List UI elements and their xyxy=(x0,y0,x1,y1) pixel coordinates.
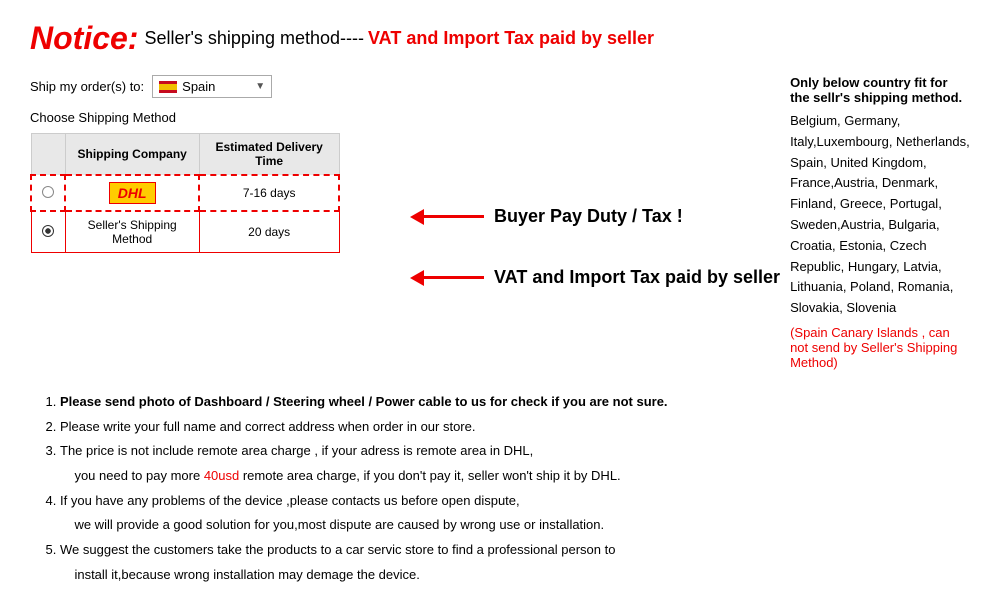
seller-company-cell: Seller's Shipping Method xyxy=(65,211,199,253)
table-row-seller: Seller's Shipping Method 20 days xyxy=(31,211,339,253)
arrowhead-dhl-icon xyxy=(410,209,424,225)
seller-radio-icon[interactable] xyxy=(42,225,54,237)
arrow-dhl xyxy=(410,209,484,225)
notice-text-plain: Seller's shipping method---- xyxy=(144,28,364,49)
instruction-item-4: If you have any problems of the device ,… xyxy=(60,489,970,538)
arrowshaft-dhl-icon xyxy=(424,215,484,218)
instruction-item-1: Please send photo of Dashboard / Steerin… xyxy=(60,390,970,415)
dhl-radio-cell[interactable] xyxy=(31,175,65,211)
selected-country: Spain xyxy=(182,79,215,94)
arrowshaft-seller-icon xyxy=(424,276,484,279)
choose-method-label: Choose Shipping Method xyxy=(30,110,410,125)
instruction-item-2: Please write your full name and correct … xyxy=(60,415,970,440)
table-header-delivery: Estimated Delivery Time xyxy=(199,134,339,176)
notice-text-red: VAT and Import Tax paid by seller xyxy=(368,28,654,49)
ship-to-row: Ship my order(s) to: Spain ▼ xyxy=(30,75,410,98)
instructions-list: Please send photo of Dashboard / Steerin… xyxy=(40,390,970,588)
arrow-seller xyxy=(410,270,484,286)
country-select[interactable]: Spain ▼ xyxy=(152,75,272,98)
seller-time-cell: 20 days xyxy=(199,211,339,253)
annotation-row-dhl: Buyer Pay Duty / Tax ! xyxy=(410,206,780,227)
dhl-annotation-text: Buyer Pay Duty / Tax ! xyxy=(494,206,683,227)
table-header-company: Shipping Company xyxy=(65,134,199,176)
instruction-item-5: We suggest the customers take the produc… xyxy=(60,538,970,587)
usd-amount: 40usd xyxy=(204,468,239,483)
shipping-panel: Ship my order(s) to: Spain ▼ Choose Ship… xyxy=(30,75,410,370)
dhl-radio-icon[interactable] xyxy=(42,186,54,198)
instruction-3-text: The price is not include remote area cha… xyxy=(60,443,621,483)
instruction-1-text: Please send photo of Dashboard / Steerin… xyxy=(60,394,668,409)
country-list: Belgium, Germany, Italy,Luxembourg, Neth… xyxy=(790,111,970,319)
dhl-company-cell: DHL xyxy=(65,175,199,211)
table-row-dhl: DHL 7-16 days xyxy=(31,175,339,211)
notice-header: Notice: Seller's shipping method---- VAT… xyxy=(30,20,970,57)
annotation-panel: Buyer Pay Duty / Tax ! VAT and Import Ta… xyxy=(410,95,780,370)
select-arrow-icon: ▼ xyxy=(255,81,265,92)
shipping-table: Shipping Company Estimated Delivery Time… xyxy=(30,133,340,253)
arrowhead-seller-icon xyxy=(410,270,424,286)
canary-note: (Spain Canary Islands , can not send by … xyxy=(790,325,970,370)
seller-annotation-text: VAT and Import Tax paid by seller xyxy=(494,267,780,288)
dhl-time-cell: 7-16 days xyxy=(199,175,339,211)
instruction-5-text: We suggest the customers take the produc… xyxy=(60,542,615,582)
seller-radio-cell[interactable] xyxy=(31,211,65,253)
notice-label: Notice: xyxy=(30,20,138,57)
spain-flag-icon xyxy=(159,81,177,93)
dhl-logo: DHL xyxy=(109,182,156,204)
instruction-4-text: If you have any problems of the device ,… xyxy=(60,493,604,533)
ship-to-label: Ship my order(s) to: xyxy=(30,79,144,94)
annotation-row-seller: VAT and Import Tax paid by seller xyxy=(410,267,780,288)
instruction-item-3: The price is not include remote area cha… xyxy=(60,439,970,488)
country-title: Only below country fit for the sellr's s… xyxy=(790,75,970,105)
instructions-section: Please send photo of Dashboard / Steerin… xyxy=(30,390,970,588)
instruction-2-text: Please write your full name and correct … xyxy=(60,419,475,434)
table-header-radio xyxy=(31,134,65,176)
country-panel: Only below country fit for the sellr's s… xyxy=(790,75,970,370)
